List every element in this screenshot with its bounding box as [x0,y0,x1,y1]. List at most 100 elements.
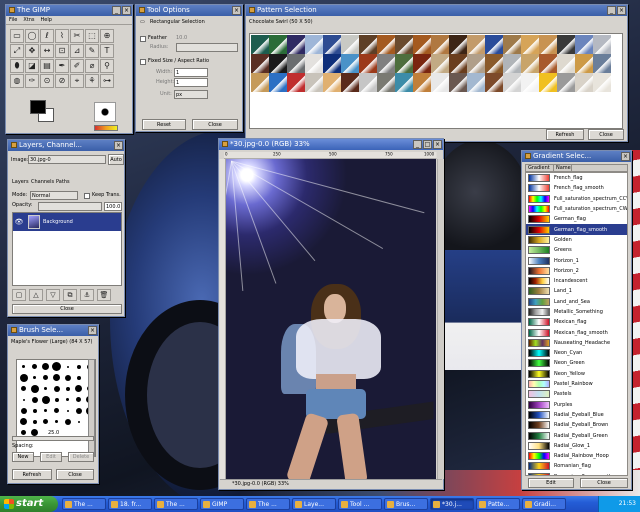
active-brush-preview[interactable] [94,102,116,122]
pattern-swatch[interactable] [323,54,341,73]
brush-cell[interactable] [40,394,51,405]
gradient-row[interactable]: Horizon_2 [526,266,627,276]
layers-titlebar[interactable]: Layers, Channel... × [8,140,124,151]
pattern-swatch[interactable] [503,35,521,54]
toolbox-titlebar[interactable]: The GIMP _ × [6,5,132,16]
pattern-swatch[interactable] [557,35,575,54]
pattern-swatch[interactable] [575,54,593,73]
pattern-swatch[interactable] [521,35,539,54]
tab-channels[interactable]: Channels [31,179,54,186]
pattern-swatch[interactable] [305,73,323,92]
lower-layer-icon[interactable]: ▽ [46,289,60,301]
brush-cell[interactable] [18,383,29,394]
gradient-row[interactable]: Full_saturation_spectrum_CW [526,204,627,214]
opacity-value[interactable]: 100.0 [104,202,122,211]
close-icon[interactable]: × [617,6,626,15]
pattern-swatch[interactable] [359,73,377,92]
eye-icon[interactable]: 👁 [13,218,25,226]
minimize-button[interactable]: _ [112,6,121,15]
tool-options-titlebar[interactable]: Tool Options × [136,5,242,16]
tool-button[interactable]: ▭ [10,29,24,43]
tool-button[interactable]: ⊶ [100,74,114,88]
gradient-row[interactable]: Mexican_flag_smooth [526,327,627,337]
pattern-swatch[interactable] [251,73,269,92]
refresh-button[interactable]: Refresh [12,469,52,480]
tab-paths[interactable]: Paths [56,179,70,186]
new-brush-button[interactable]: New [12,452,34,462]
tool-button[interactable]: ⌇ [55,29,69,43]
pattern-swatch[interactable] [557,73,575,92]
active-gradient-preview[interactable] [94,125,118,131]
anchor-layer-icon[interactable]: ⚓ [80,289,94,301]
pattern-swatch[interactable] [485,54,503,73]
brush-cell[interactable] [29,361,40,372]
pattern-swatch[interactable] [449,54,467,73]
pattern-swatch[interactable] [341,54,359,73]
brush-titlebar[interactable]: Brush Sele... × [8,325,98,336]
tool-button[interactable]: ⊙ [40,74,54,88]
pattern-swatch[interactable] [269,54,287,73]
image-select[interactable]: 30.jpg-0 [28,155,106,164]
brush-cell[interactable] [51,383,62,394]
gradient-row[interactable]: Horizon_1 [526,255,627,265]
taskbar-button[interactable]: Brus... [384,498,428,510]
pattern-swatch[interactable] [305,54,323,73]
foreground-color[interactable] [30,100,46,114]
close-icon[interactable]: × [621,152,630,161]
pattern-swatch[interactable] [449,35,467,54]
pattern-swatch[interactable] [593,73,611,92]
close-icon[interactable]: × [88,326,97,335]
brush-cell[interactable] [62,416,73,427]
tool-button[interactable]: T [100,44,114,58]
close-icon[interactable]: × [114,141,123,150]
gradient-row[interactable]: Metallic_Something [526,307,627,317]
close-icon[interactable]: × [122,6,131,15]
unit-select[interactable]: px [174,90,208,99]
pattern-swatch[interactable] [575,73,593,92]
gradient-titlebar[interactable]: Gradient Selec... × [522,151,631,162]
tool-button[interactable]: ✂ [70,29,84,43]
column-header-name[interactable]: Name [554,165,572,171]
pattern-swatch[interactable] [467,35,485,54]
pattern-swatch[interactable] [251,35,269,54]
pattern-swatch[interactable] [521,54,539,73]
close-icon[interactable]: × [232,6,241,15]
pattern-swatch[interactable] [575,35,593,54]
start-button[interactable]: start [0,496,58,512]
pattern-swatch[interactable] [287,35,305,54]
minimize-button[interactable]: _ [607,6,616,15]
edit-gradient-button[interactable]: Edit [528,478,574,488]
gradient-row[interactable]: German_flag [526,214,627,224]
pattern-swatch[interactable] [503,73,521,92]
brush-cell[interactable] [51,405,62,416]
pattern-swatch[interactable] [287,73,305,92]
gradient-row[interactable]: Land_1 [526,286,627,296]
refresh-button[interactable]: Refresh [546,129,584,140]
pattern-swatch[interactable] [467,54,485,73]
brush-scrollbar[interactable] [88,359,95,457]
menu-help[interactable]: Help [41,16,52,24]
pattern-swatch[interactable] [485,35,503,54]
brush-cell[interactable] [29,416,40,427]
gradient-row[interactable]: Neon_Cyan [526,348,627,358]
pattern-swatch[interactable] [413,73,431,92]
pattern-swatch[interactable] [323,35,341,54]
delete-brush-button[interactable]: Delete [68,452,94,462]
gradient-row[interactable]: Pastel_Rainbow [526,379,627,389]
brush-cell[interactable] [29,383,40,394]
pattern-swatch[interactable] [251,54,269,73]
gradient-row[interactable]: French_flag [526,173,627,183]
close-button[interactable]: Close [580,478,628,488]
pattern-titlebar[interactable]: Pattern Selection _ × [246,5,627,16]
gradient-row[interactable]: Radial_Eyeball_Green [526,430,627,440]
taskbar-button[interactable]: The ... [246,498,290,510]
brush-cell[interactable] [29,394,40,405]
tab-layers[interactable]: Layers [12,179,29,186]
taskbar-button[interactable]: Laye... [292,498,336,510]
gradient-row[interactable]: German_flag_smooth [526,224,627,235]
tool-button[interactable]: ⊡ [55,44,69,58]
brush-cell[interactable] [51,361,62,372]
tool-button[interactable]: ⬮ [10,59,24,73]
gradient-row[interactable]: Greens [526,245,627,255]
close-button[interactable]: Close [192,119,238,130]
